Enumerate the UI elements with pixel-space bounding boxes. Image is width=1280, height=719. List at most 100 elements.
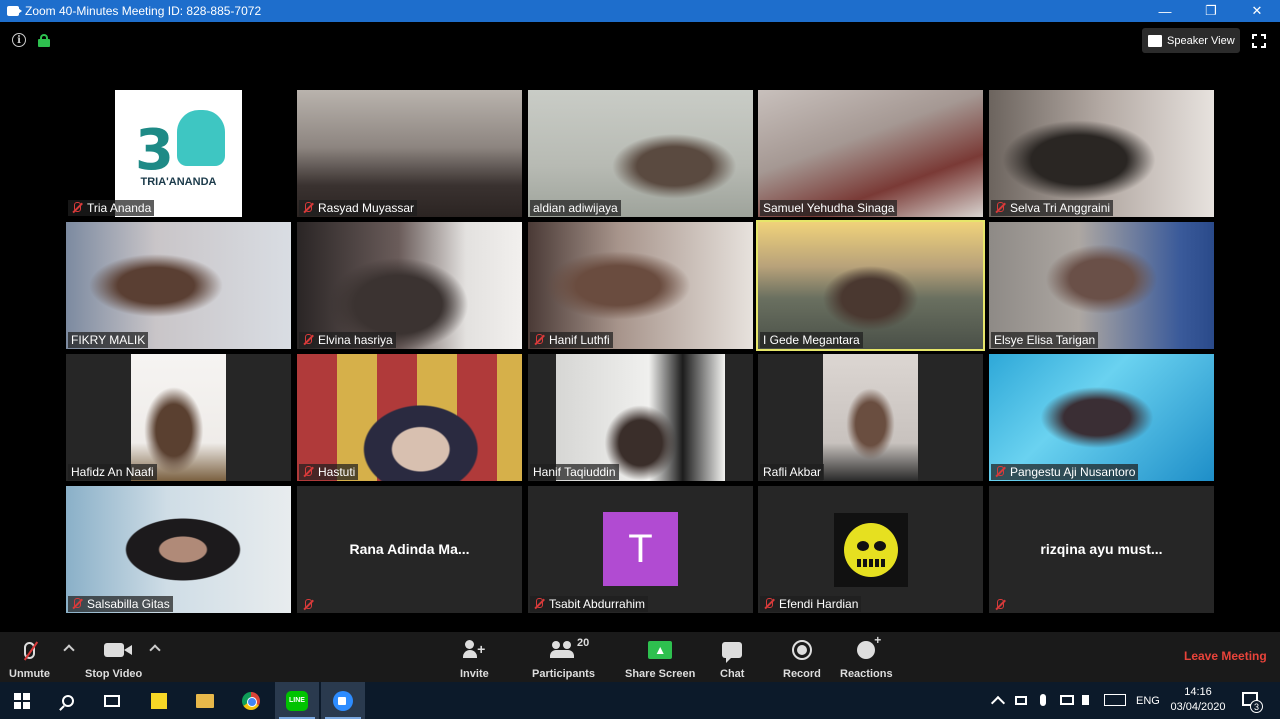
windows-start-icon <box>14 692 30 709</box>
participant-display-name: rizqina ayu must... <box>1040 541 1163 557</box>
speaker-view-label: Speaker View <box>1167 34 1235 47</box>
unmute-button[interactable]: Unmute <box>9 638 50 680</box>
participant-name: Salsabilla Gitas <box>87 597 170 611</box>
input-language[interactable]: ENG <box>1136 682 1160 719</box>
network-icon[interactable] <box>1060 695 1074 705</box>
video-feed <box>528 222 753 349</box>
participant-name: Tsabit Abdurrahim <box>549 597 646 611</box>
line-logo-text: LINE <box>289 697 305 704</box>
volume-icon[interactable] <box>1082 695 1089 705</box>
taskbar-clock[interactable]: 14:16 03/04/2020 <box>1168 685 1228 715</box>
participant-tile[interactable]: aldian adiwijaya <box>528 90 753 217</box>
notification-count-badge: 3 <box>1250 700 1263 713</box>
muted-mic-icon <box>302 202 314 214</box>
participant-avatar: T <box>603 512 678 586</box>
muted-mic-icon <box>533 334 545 346</box>
video-feed <box>556 354 725 481</box>
video-feed <box>297 90 522 217</box>
video-feed <box>989 354 1214 481</box>
participant-tile[interactable]: rizqina ayu must... <box>989 486 1214 613</box>
participant-tile[interactable]: Hastuti <box>297 354 522 481</box>
video-feed <box>758 90 983 217</box>
participant-tile[interactable]: Hanif Taqiuddin <box>528 354 753 481</box>
participant-name-tag: Samuel Yehudha Sinaga <box>760 200 898 216</box>
start-button[interactable] <box>0 682 44 719</box>
reactions-button[interactable]: Reactions <box>840 633 893 680</box>
fullscreen-icon[interactable] <box>1252 34 1266 48</box>
participant-name: Tria Ananda <box>87 201 152 215</box>
participant-tile[interactable]: T Tsabit Abdurrahim <box>528 486 753 613</box>
microphone-icon[interactable] <box>1040 694 1046 706</box>
video-feed <box>758 222 983 349</box>
participant-tile[interactable]: Salsabilla Gitas <box>66 486 291 613</box>
battery-icon[interactable] <box>1015 696 1027 705</box>
participant-name: Hanif Taqiuddin <box>533 465 616 479</box>
taskbar-app-chrome[interactable] <box>229 682 273 719</box>
participant-tile[interactable]: Rafli Akbar <box>758 354 983 481</box>
meeting-info-icon[interactable]: i <box>12 33 26 47</box>
video-options-caret-icon[interactable] <box>149 644 161 656</box>
share-screen-button[interactable]: ▲ Share Screen <box>625 638 695 680</box>
muted-mic-icon <box>71 202 83 214</box>
video-feed <box>989 90 1214 217</box>
participant-tile[interactable]: Elvina hasriya <box>297 222 522 349</box>
participant-name: Elsye Elisa Tarigan <box>994 333 1096 347</box>
muted-mic-icon <box>302 466 314 478</box>
participant-tile[interactable]: Samuel Yehudha Sinaga <box>758 90 983 217</box>
clock-time: 14:16 <box>1184 686 1212 698</box>
participant-name-tag <box>299 598 321 612</box>
clock-date: 03/04/2020 <box>1170 701 1226 713</box>
taskbar-app-line[interactable]: LINE <box>275 682 319 719</box>
leave-meeting-button[interactable]: Leave Meeting <box>1184 649 1267 663</box>
show-hidden-icons-chevron-icon[interactable] <box>990 695 1006 711</box>
participant-tile[interactable]: Elsye Elisa Tarigan <box>989 222 1214 349</box>
share-screen-icon: ▲ <box>648 641 673 659</box>
participant-name-tag: Hanif Luthfi <box>530 332 613 348</box>
participant-name-tag: Hanif Taqiuddin <box>530 464 619 480</box>
taskbar-search-button[interactable] <box>46 682 90 719</box>
participant-tile[interactable]: Hanif Luthfi <box>528 222 753 349</box>
reactions-label: Reactions <box>840 668 893 680</box>
keyboard-icon[interactable] <box>1104 694 1126 706</box>
participant-name-tag <box>991 598 1013 612</box>
task-view-button[interactable] <box>90 682 134 719</box>
chat-label: Chat <box>720 668 745 680</box>
taskbar-app-file-explorer[interactable] <box>183 682 227 719</box>
taskbar-app-zoom[interactable] <box>321 682 365 719</box>
invite-button[interactable]: + Invite <box>460 638 489 680</box>
participant-name-tag: aldian adiwijaya <box>530 200 621 216</box>
participant-tile[interactable]: Hafidz An Naafi <box>66 354 291 481</box>
participant-name: Efendi Hardian <box>779 597 859 611</box>
participant-name: Pangestu Aji Nusantoro <box>1010 465 1136 479</box>
participant-tile-active-speaker[interactable]: I Gede Megantara <box>756 220 985 351</box>
muted-mic-icon <box>994 466 1006 478</box>
minimize-button[interactable]: — <box>1142 0 1188 22</box>
taskbar-app-sticky-notes[interactable] <box>137 682 181 719</box>
restore-button[interactable]: ❐ <box>1188 0 1234 22</box>
participant-tile[interactable]: Pangestu Aji Nusantoro <box>989 354 1214 481</box>
encryption-lock-icon[interactable] <box>38 34 50 47</box>
muted-mic-icon <box>302 599 314 611</box>
window-controls: — ❐ ✕ <box>1142 0 1280 22</box>
participant-tile[interactable]: 3 TRIA'ANANDA Tria Ananda <box>66 90 291 217</box>
zoom-camera-icon <box>7 6 22 16</box>
participant-tile[interactable]: FIKRY MALIK <box>66 222 291 349</box>
participant-tile[interactable]: Rana Adinda Ma... <box>297 486 522 613</box>
participant-tile[interactable]: Selva Tri Anggraini <box>989 90 1214 217</box>
participant-tile[interactable]: Rasyad Muyassar <box>297 90 522 217</box>
speaker-view-button[interactable]: Speaker View <box>1142 28 1240 53</box>
video-feed <box>297 354 522 481</box>
muted-mic-icon <box>994 202 1006 214</box>
stop-video-button[interactable]: Stop Video <box>85 638 142 680</box>
close-button[interactable]: ✕ <box>1234 0 1280 22</box>
sticky-notes-icon <box>151 692 167 709</box>
participant-name: Samuel Yehudha Sinaga <box>763 201 895 215</box>
participant-tile[interactable]: Efendi Hardian <box>758 486 983 613</box>
video-feed <box>528 90 753 217</box>
chat-button[interactable]: Chat <box>720 638 744 680</box>
audio-options-caret-icon[interactable] <box>63 644 75 656</box>
participant-name-tag: Salsabilla Gitas <box>68 596 173 612</box>
video-feed <box>66 222 291 349</box>
record-button[interactable]: Record <box>783 638 821 680</box>
participant-name-tag: Rasyad Muyassar <box>299 200 418 216</box>
